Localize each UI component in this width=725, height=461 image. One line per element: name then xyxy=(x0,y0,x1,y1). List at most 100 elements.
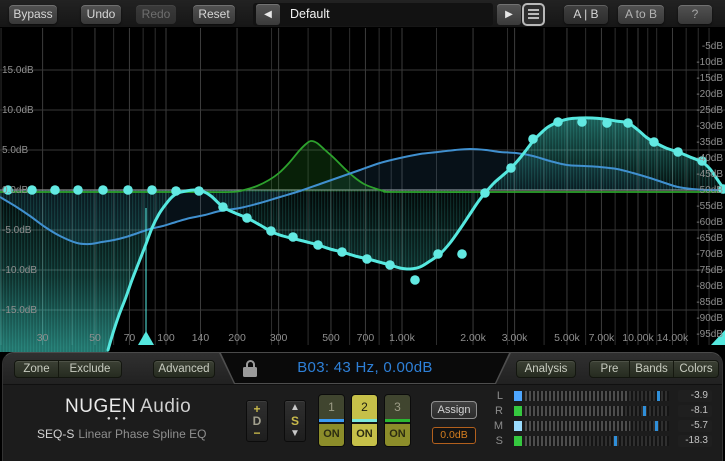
eq-node[interactable] xyxy=(194,186,204,196)
eq-node[interactable] xyxy=(313,240,323,250)
right-db-label: -50dB xyxy=(696,185,723,196)
band-readout: B03: 43 Hz, 0.00dB xyxy=(221,359,509,376)
meter-color-swatch xyxy=(514,436,522,446)
undo-button[interactable]: Undo xyxy=(81,5,121,24)
eq-node[interactable] xyxy=(218,202,228,212)
up-arrow-icon[interactable]: ▲ xyxy=(290,403,300,413)
band-1-button[interactable]: 1 ON xyxy=(318,394,345,447)
preset-list-icon[interactable] xyxy=(522,3,545,26)
band-2-button[interactable]: 2ON xyxy=(351,394,378,447)
preset-field[interactable] xyxy=(253,3,493,26)
bypass-button[interactable]: Bypass xyxy=(9,5,57,24)
right-db-label: -55dB xyxy=(696,201,723,212)
eq-node[interactable] xyxy=(73,185,83,195)
eq-node[interactable] xyxy=(506,163,516,173)
dither-button[interactable]: + D − xyxy=(246,400,268,442)
preset-name[interactable]: Default xyxy=(290,7,330,21)
assign-button[interactable]: Assign xyxy=(431,401,477,419)
right-db-label: -5dB xyxy=(702,41,723,52)
help-button[interactable]: ? xyxy=(678,5,712,24)
eq-node[interactable] xyxy=(673,147,683,157)
band-number: 1 xyxy=(319,395,344,419)
eq-node[interactable] xyxy=(410,275,420,285)
meter-label: S xyxy=(491,435,503,447)
eq-node[interactable] xyxy=(362,254,372,264)
right-db-label: -45dB xyxy=(696,169,723,180)
solo-button[interactable]: ▲ S ▼ xyxy=(284,400,306,442)
eq-node[interactable] xyxy=(242,213,252,223)
band-on-toggle[interactable]: ON xyxy=(352,424,377,446)
eq-node[interactable] xyxy=(50,185,60,195)
eq-node[interactable] xyxy=(385,260,395,270)
left-db-label: 5.0dB xyxy=(2,145,28,156)
freq-label: 500 xyxy=(322,332,340,344)
meter-label: M xyxy=(491,420,503,432)
colors-button[interactable]: Colors xyxy=(674,361,718,377)
preset-prev-icon[interactable]: ◀ xyxy=(256,4,280,25)
left-db-label: -10.0dB xyxy=(2,265,37,276)
mid-toolbar: Zone Exclude Advanced B03: 43 Hz, 0.00dB… xyxy=(3,353,722,384)
freq-label: 100 xyxy=(157,332,175,344)
eq-node[interactable] xyxy=(649,137,659,147)
reset-button[interactable]: Reset xyxy=(193,5,235,24)
meter-color-swatch xyxy=(514,406,522,416)
eq-node[interactable] xyxy=(602,118,612,128)
down-arrow-icon[interactable]: ▼ xyxy=(290,429,300,439)
right-db-label: -95dB xyxy=(696,329,723,340)
band-number: 3 xyxy=(385,395,410,419)
eq-node[interactable] xyxy=(528,134,538,144)
right-db-label: -70dB xyxy=(696,249,723,260)
left-db-label: -5.0dB xyxy=(2,225,32,236)
eq-node[interactable] xyxy=(266,226,276,236)
analysis-button[interactable]: Analysis xyxy=(516,360,576,378)
zone-button[interactable]: Zone xyxy=(15,361,59,377)
trim-value[interactable]: 0.0dB xyxy=(432,427,476,444)
right-db-label: -20dB xyxy=(696,89,723,100)
band-on-toggle[interactable]: ON xyxy=(385,424,410,446)
eq-node[interactable] xyxy=(123,185,133,195)
preset-next-icon[interactable]: ▶ xyxy=(497,4,521,25)
meter-bar xyxy=(525,391,669,401)
redo-button[interactable]: Redo xyxy=(136,5,176,24)
meter-value: -5.7 xyxy=(678,420,712,432)
a-to-b-button[interactable]: A to B xyxy=(618,5,664,24)
ab-compare-button[interactable]: A | B xyxy=(564,5,608,24)
left-db-label: 15.0dB xyxy=(2,65,34,76)
meter-color-swatch xyxy=(514,391,522,401)
right-db-label: -35dB xyxy=(696,137,723,148)
freq-label: 3.00k xyxy=(502,332,528,344)
eq-node[interactable] xyxy=(433,249,443,259)
right-db-label: -30dB xyxy=(696,121,723,132)
minus-icon[interactable]: − xyxy=(253,427,260,439)
freq-label: 140 xyxy=(192,332,210,344)
toolbar: Bypass Undo Redo Reset ◀ Default ▶ A | B… xyxy=(0,0,725,28)
meter-label: R xyxy=(491,405,503,417)
eq-node[interactable] xyxy=(623,118,633,128)
eq-node[interactable] xyxy=(337,247,347,257)
bands-button[interactable]: Bands xyxy=(630,361,674,377)
exclude-button[interactable]: Exclude xyxy=(59,361,121,377)
eq-node[interactable] xyxy=(98,185,108,195)
eq-node[interactable] xyxy=(457,249,467,259)
pre-button[interactable]: Pre xyxy=(590,361,630,377)
advanced-button[interactable]: Advanced xyxy=(153,360,215,378)
eq-node[interactable] xyxy=(288,232,298,242)
eq-node[interactable] xyxy=(171,186,181,196)
eq-graph[interactable]: 15.0dB10.0dB5.0dB0.0dB-5.0dB-10.0dB-15.0… xyxy=(0,28,725,352)
freq-label: 10.00k xyxy=(622,332,654,344)
eq-node[interactable] xyxy=(480,188,490,198)
left-db-label: -15.0dB xyxy=(2,305,37,316)
eq-node[interactable] xyxy=(147,185,157,195)
eq-node[interactable] xyxy=(553,117,563,127)
freq-label: 2.00k xyxy=(460,332,486,344)
right-db-label: -25dB xyxy=(696,105,723,116)
band-3-button[interactable]: 3 ON xyxy=(384,394,411,447)
freq-label: 50 xyxy=(89,332,101,344)
band-on-toggle[interactable]: ON xyxy=(319,424,344,446)
eq-node[interactable] xyxy=(27,185,37,195)
eq-node[interactable] xyxy=(577,117,587,127)
meter-peak-marker xyxy=(643,406,646,416)
right-db-label: -85dB xyxy=(696,297,723,308)
seq-s-plugin-window: Bypass Undo Redo Reset ◀ Default ▶ A | B… xyxy=(0,0,725,461)
meter-peak-marker xyxy=(657,391,660,401)
